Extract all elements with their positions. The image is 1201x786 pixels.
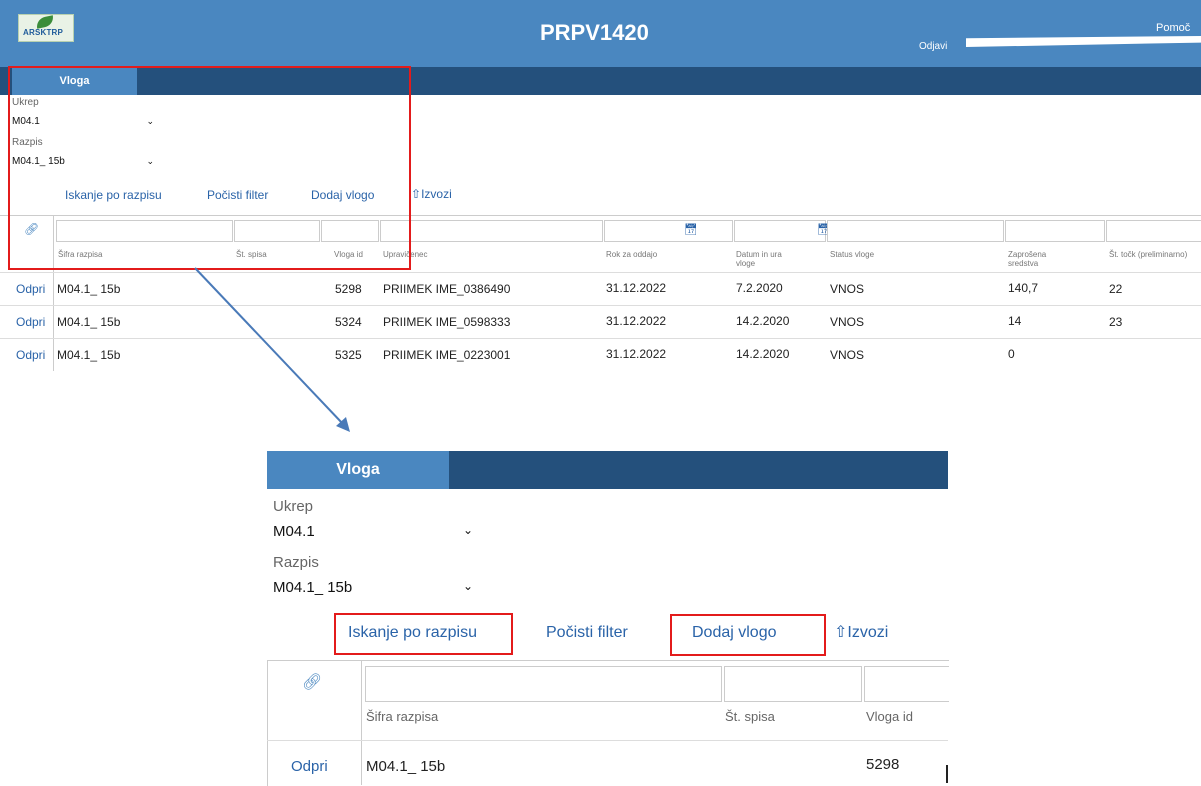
- zoom-filter-spis-input[interactable]: [724, 666, 862, 702]
- zoom-ukrep-select[interactable]: M04.1 ⌄: [273, 523, 473, 540]
- export-icon: ⇧: [834, 624, 848, 641]
- chevron-down-icon: ⌄: [462, 579, 473, 593]
- zoom-filter-sifra-input[interactable]: [365, 666, 722, 702]
- zoom-tab-vloga[interactable]: Vloga: [267, 451, 449, 489]
- zoom-cell-vloga-id: 5298: [866, 756, 900, 773]
- zoom-filter-vloga-id-input[interactable]: [864, 666, 949, 702]
- zoom-ukrep-select-value: M04.1: [273, 523, 315, 540]
- zoom-cell-sifra: M04.1_ 15b: [366, 758, 446, 775]
- zoom-odpri-link[interactable]: Odpri: [291, 758, 328, 775]
- zoom-row-separator: [267, 740, 948, 741]
- zoom-grid-column-separator: [361, 661, 362, 785]
- zoom-col-header-vloga-id[interactable]: Vloga id: [866, 709, 913, 724]
- zoom-dodaj-vlogo-button[interactable]: Dodaj vlogo: [692, 624, 777, 642]
- text-cursor: [946, 765, 948, 783]
- zoom-iskanje-button[interactable]: Iskanje po razpisu: [348, 624, 477, 642]
- link-icon: 🔗︎: [302, 674, 323, 691]
- arrow-line: [194, 267, 344, 425]
- zoom-col-header-sifra[interactable]: Šifra razpisa: [366, 709, 438, 724]
- zoom-izvozi-button[interactable]: ⇧Izvozi: [834, 622, 888, 642]
- zoom-col-header-spis[interactable]: Št. spisa: [725, 709, 775, 724]
- zoom-ukrep-label: Ukrep: [273, 498, 314, 515]
- zoom-razpis-select[interactable]: M04.1_ 15b ⌄: [273, 579, 473, 596]
- chevron-down-icon: ⌄: [462, 523, 473, 537]
- zoom-pocisti-filter-button[interactable]: Počisti filter: [546, 624, 628, 642]
- zoom-razpis-label: Razpis: [273, 554, 319, 571]
- zoom-izvozi-label: Izvozi: [847, 624, 889, 641]
- zoom-razpis-select-value: M04.1_ 15b: [273, 579, 353, 596]
